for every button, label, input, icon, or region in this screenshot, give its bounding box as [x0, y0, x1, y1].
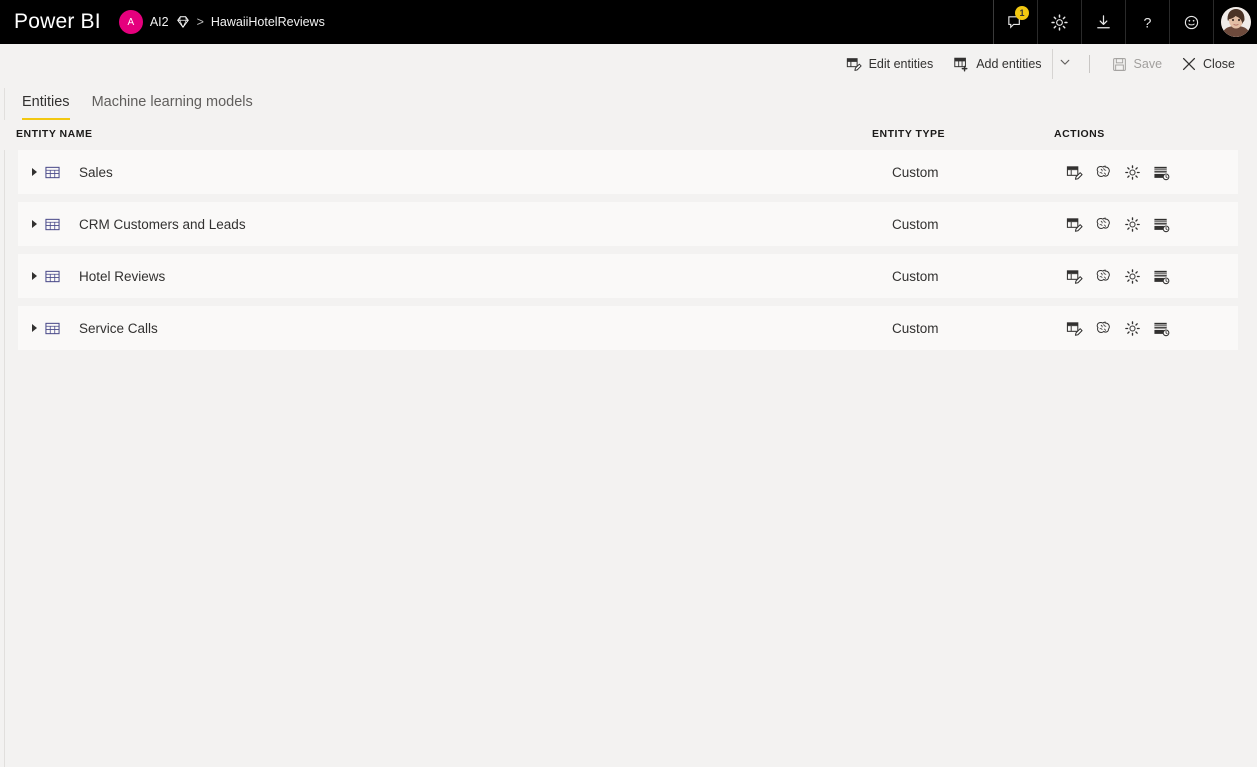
premium-diamond-icon: [176, 15, 190, 29]
ai-insights-brain-icon[interactable]: [1095, 164, 1112, 181]
download-icon: [1097, 14, 1110, 28]
row-actions: [1066, 164, 1170, 181]
entity-name[interactable]: CRM Customers and Leads: [79, 217, 246, 232]
entity-table-icon: [45, 321, 60, 336]
incremental-refresh-icon[interactable]: [1153, 268, 1170, 285]
notification-badge: 1: [1015, 6, 1029, 20]
breadcrumb-workspace[interactable]: AI2: [150, 15, 169, 29]
account-avatar-button[interactable]: [1213, 0, 1257, 44]
chevron-down-icon: [1059, 55, 1071, 73]
svg-text:?: ?: [1144, 15, 1152, 31]
page-content: Edit entities Add entities Save Close En…: [0, 44, 1257, 767]
add-entities-button[interactable]: Add entities: [943, 49, 1051, 79]
tab-strip: Entities Machine learning models: [0, 84, 1257, 120]
top-navigation-bar: Power BI A AI2 > HawaiiHotelReviews 1 ?: [0, 0, 1257, 44]
save-label: Save: [1133, 57, 1163, 71]
entity-list: Sales Custom CRM Customers and Leads Cus…: [0, 150, 1257, 350]
entity-type: Custom: [892, 268, 939, 284]
help-question-icon: ?: [1144, 15, 1152, 31]
settings-gear-icon: [1051, 13, 1068, 31]
incremental-refresh-icon[interactable]: [1153, 164, 1170, 181]
expand-chevron-icon[interactable]: [32, 168, 37, 176]
entity-type: Custom: [892, 216, 939, 232]
ai-insights-brain-icon[interactable]: [1095, 320, 1112, 337]
column-header-actions: ACTIONS: [1054, 128, 1105, 140]
entity-settings-gear-icon[interactable]: [1124, 320, 1141, 337]
top-bar-actions: 1 ?: [993, 0, 1257, 44]
command-bar: Edit entities Add entities Save Close: [0, 44, 1257, 84]
entity-settings-gear-icon[interactable]: [1124, 164, 1141, 181]
column-header-entity-type: ENTITY TYPE: [872, 128, 945, 140]
left-rule-divider: [4, 88, 5, 767]
entity-settings-gear-icon[interactable]: [1124, 216, 1141, 233]
add-entities-label: Add entities: [976, 57, 1042, 71]
table-column-headers: ENTITY NAME ENTITY TYPE ACTIONS: [0, 120, 1257, 150]
edit-entities-icon: [846, 56, 862, 72]
entity-name[interactable]: Sales: [79, 165, 113, 180]
add-entities-icon: [953, 56, 969, 72]
workspace-avatar[interactable]: A: [118, 10, 143, 34]
expand-chevron-icon[interactable]: [32, 324, 37, 332]
entity-type: Custom: [892, 320, 939, 336]
breadcrumb-dataflow[interactable]: HawaiiHotelReviews: [211, 15, 325, 29]
entity-table-icon: [45, 269, 60, 284]
powerbi-brand-logo[interactable]: Power BI: [0, 10, 101, 34]
entity-settings-gear-icon[interactable]: [1124, 268, 1141, 285]
incremental-refresh-icon[interactable]: [1153, 216, 1170, 233]
close-button[interactable]: Close: [1172, 49, 1245, 79]
close-icon: [1182, 57, 1196, 71]
tab-entities[interactable]: Entities: [22, 94, 70, 120]
feedback-button[interactable]: [1169, 0, 1213, 44]
table-row[interactable]: CRM Customers and Leads Custom: [18, 202, 1238, 246]
ai-insights-brain-icon[interactable]: [1095, 268, 1112, 285]
edit-entities-label: Edit entities: [868, 57, 934, 71]
edit-entities-button[interactable]: Edit entities: [836, 49, 944, 79]
entity-table-icon: [45, 165, 60, 180]
entity-table-icon: [45, 217, 60, 232]
expand-chevron-icon[interactable]: [32, 220, 37, 228]
table-row[interactable]: Service Calls Custom: [18, 306, 1238, 350]
help-button[interactable]: ?: [1125, 0, 1169, 44]
breadcrumb: A AI2 > HawaiiHotelReviews: [118, 10, 325, 34]
incremental-refresh-icon[interactable]: [1153, 320, 1170, 337]
save-icon: [1112, 57, 1127, 72]
notifications-button[interactable]: 1: [993, 0, 1037, 44]
download-button[interactable]: [1081, 0, 1125, 44]
command-bar-divider: [1088, 55, 1090, 73]
table-row[interactable]: Hotel Reviews Custom: [18, 254, 1238, 298]
edit-entity-icon[interactable]: [1066, 216, 1083, 233]
entity-name[interactable]: Hotel Reviews: [79, 269, 165, 284]
save-button[interactable]: Save: [1102, 49, 1173, 79]
column-header-entity-name: ENTITY NAME: [16, 128, 93, 140]
avatar: [1220, 7, 1251, 37]
row-actions: [1066, 216, 1170, 233]
entity-type: Custom: [892, 164, 939, 180]
row-actions: [1066, 320, 1170, 337]
close-label: Close: [1203, 57, 1235, 71]
feedback-smiley-icon: [1184, 15, 1199, 29]
expand-chevron-icon[interactable]: [32, 272, 37, 280]
add-entities-dropdown-button[interactable]: [1051, 49, 1077, 79]
settings-button[interactable]: [1037, 0, 1081, 44]
edit-entity-icon[interactable]: [1066, 164, 1083, 181]
breadcrumb-separator: >: [196, 15, 204, 29]
tab-machine-learning-models[interactable]: Machine learning models: [92, 94, 253, 120]
entity-name[interactable]: Service Calls: [79, 321, 158, 336]
table-row[interactable]: Sales Custom: [18, 150, 1238, 194]
edit-entity-icon[interactable]: [1066, 320, 1083, 337]
row-actions: [1066, 268, 1170, 285]
ai-insights-brain-icon[interactable]: [1095, 216, 1112, 233]
edit-entity-icon[interactable]: [1066, 268, 1083, 285]
